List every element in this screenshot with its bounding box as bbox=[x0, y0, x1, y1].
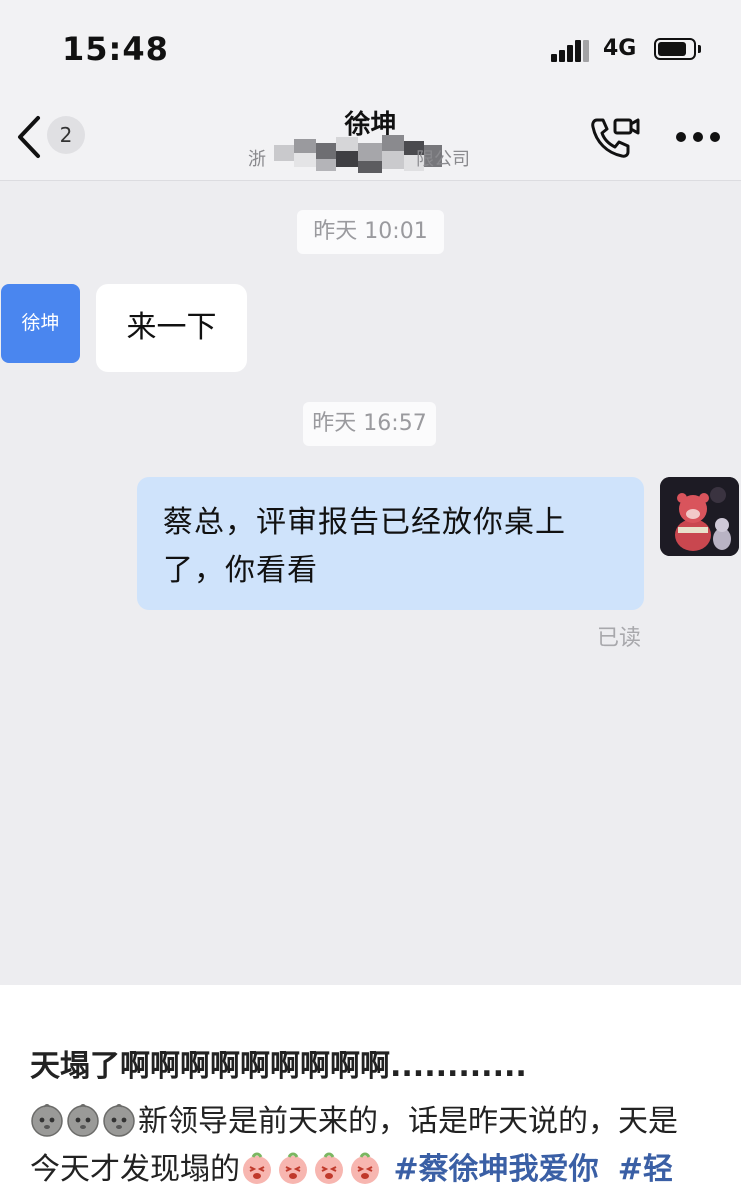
company-name: 浙 限公司 bbox=[248, 135, 498, 179]
chat-header: 2 徐坤 浙 限公司 bbox=[0, 100, 741, 181]
bear-avatar-image bbox=[660, 477, 739, 556]
hashtag-link[interactable]: #蔡徐坤我爱你 bbox=[394, 1152, 599, 1187]
hashtag-link[interactable]: #轻 bbox=[618, 1152, 673, 1187]
crying-peach-emoji-icon bbox=[312, 1151, 346, 1185]
sad-face-emoji-icon bbox=[30, 1103, 64, 1137]
status-time: 15:48 bbox=[62, 30, 169, 68]
more-dots-icon[interactable] bbox=[676, 132, 720, 142]
battery-cap bbox=[698, 45, 701, 53]
company-name-suffix: 限公司 bbox=[416, 149, 470, 170]
post-title: 天塌了啊啊啊啊啊啊啊啊啊............ bbox=[30, 1049, 527, 1084]
post-body-text: 今天才发现塌的 bbox=[30, 1152, 240, 1187]
sad-face-emoji-icon bbox=[102, 1103, 136, 1137]
message-timestamp: 昨天 10:01 bbox=[297, 210, 444, 254]
post-caption: 天塌了啊啊啊啊啊啊啊啊啊............ 新领导是前天来的，话是昨天说的… bbox=[0, 985, 741, 1200]
video-call-icon[interactable] bbox=[588, 114, 640, 162]
outgoing-message-line: 了，你看看 bbox=[163, 553, 318, 588]
post-body: 新领导是前天来的，话是昨天说的，天是 今天才发现塌的 #蔡徐坤我爱你 #轻 bbox=[30, 1098, 730, 1194]
company-name-prefix: 浙 bbox=[248, 149, 266, 170]
message-timestamp: 昨天 16:57 bbox=[303, 402, 436, 446]
contact-avatar[interactable]: 徐坤 bbox=[1, 284, 80, 363]
my-avatar[interactable] bbox=[660, 477, 739, 556]
read-receipt: 已读 bbox=[597, 626, 642, 651]
crying-peach-emoji-icon bbox=[348, 1151, 382, 1185]
outgoing-message-line: 蔡总，评审报告已经放你桌上 bbox=[163, 505, 566, 540]
battery-icon bbox=[654, 38, 696, 60]
crying-peach-emoji-icon bbox=[240, 1151, 274, 1185]
chat-screen: 15:48 4G 2 徐坤 浙 限公司 昨天 10:01 徐坤 来一下 昨天 1… bbox=[0, 0, 741, 985]
incoming-message-bubble[interactable]: 来一下 bbox=[96, 284, 247, 372]
post-body-text: 新领导是前天来的，话是昨天说的，天是 bbox=[138, 1104, 678, 1139]
sad-face-emoji-icon bbox=[66, 1103, 100, 1137]
outgoing-message-bubble[interactable]: 蔡总，评审报告已经放你桌上 了，你看看 bbox=[137, 477, 644, 610]
signal-icon bbox=[551, 38, 589, 62]
crying-peach-emoji-icon bbox=[276, 1151, 310, 1185]
network-type: 4G bbox=[603, 36, 637, 61]
status-bar: 15:48 4G bbox=[0, 0, 741, 100]
